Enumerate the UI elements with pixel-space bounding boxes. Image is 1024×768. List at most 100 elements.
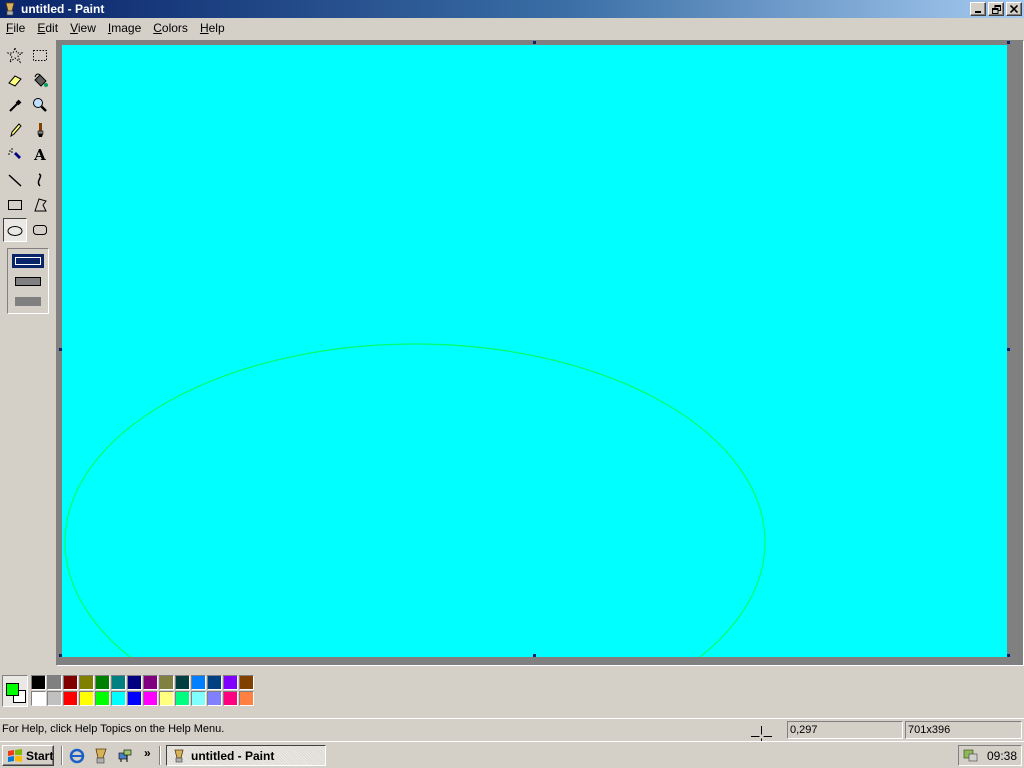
quicklaunch-ie[interactable]: [68, 747, 86, 765]
quicklaunch-paint[interactable]: [92, 747, 110, 765]
color-palette: [0, 672, 1024, 712]
menu-file[interactable]: File: [0, 19, 31, 37]
minimize-button[interactable]: [970, 2, 986, 16]
paint-app-icon: [174, 749, 184, 762]
palette-swatches: [31, 675, 255, 707]
palette-swatch[interactable]: [191, 691, 206, 706]
brush-icon: [37, 123, 44, 137]
drawn-ellipse: [64, 343, 766, 657]
palette-swatch[interactable]: [127, 675, 142, 690]
resize-handle-bottom-left[interactable]: [59, 654, 62, 657]
taskbar-separator: [61, 746, 63, 765]
airbrush-tool[interactable]: [3, 143, 27, 167]
palette-swatch[interactable]: [95, 675, 110, 690]
palette-swatch[interactable]: [239, 691, 254, 706]
taskbar-separator: [159, 746, 161, 765]
paint-bucket-icon: [34, 73, 48, 87]
rectangle-tool[interactable]: [3, 193, 27, 217]
palette-swatch[interactable]: [31, 691, 46, 706]
palette-swatch[interactable]: [63, 691, 78, 706]
fill-style-options: [7, 248, 49, 314]
palette-swatch[interactable]: [239, 675, 254, 690]
palette-swatch[interactable]: [111, 691, 126, 706]
restore-button[interactable]: [988, 2, 1004, 16]
menu-edit[interactable]: Edit: [31, 19, 64, 37]
curve-tool[interactable]: [28, 168, 52, 192]
status-selection-size: 701x396: [905, 721, 1022, 739]
current-colors: [2, 675, 28, 707]
text-icon: A: [34, 146, 46, 164]
fill-option-solid[interactable]: [12, 295, 44, 309]
palette-swatch[interactable]: [175, 691, 190, 706]
resize-handle-top[interactable]: [533, 41, 536, 44]
menu-colors[interactable]: Colors: [147, 19, 194, 37]
rectangle-icon: [8, 200, 22, 210]
palette-swatch[interactable]: [159, 675, 174, 690]
palette-swatch[interactable]: [79, 675, 94, 690]
text-tool[interactable]: A: [28, 143, 52, 167]
ellipse-tool[interactable]: [3, 218, 27, 242]
palette-swatch[interactable]: [47, 675, 62, 690]
palette-swatch[interactable]: [175, 675, 190, 690]
line-tool[interactable]: [3, 168, 27, 192]
magnifier-tool[interactable]: [28, 93, 52, 117]
palette-swatch[interactable]: [31, 675, 46, 690]
resize-handle-right[interactable]: [1007, 348, 1010, 351]
drawing-canvas[interactable]: [62, 45, 1007, 657]
palette-swatch[interactable]: [95, 691, 110, 706]
brush-tool[interactable]: [28, 118, 52, 142]
rounded-rectangle-tool[interactable]: [28, 218, 52, 242]
resize-handle-top-right[interactable]: [1007, 41, 1010, 44]
canvas-scroll-area: [56, 40, 1024, 666]
paint-app-icon[interactable]: [3, 2, 17, 16]
palette-swatch[interactable]: [143, 691, 158, 706]
resize-handle-bottom[interactable]: [533, 654, 536, 657]
fill-option-outline-fill[interactable]: [12, 275, 44, 289]
status-coordinates: 0,297: [787, 721, 903, 739]
close-button[interactable]: [1006, 2, 1022, 16]
menu-image[interactable]: Image: [102, 19, 147, 37]
quicklaunch-network[interactable]: [116, 747, 134, 765]
status-help-text: For Help, click Help Topics on the Help …: [2, 723, 225, 735]
ellipse-icon: [7, 226, 23, 236]
pencil-tool[interactable]: [3, 118, 27, 142]
palette-swatch[interactable]: [191, 675, 206, 690]
menu-help[interactable]: Help: [194, 19, 231, 37]
palette-swatch[interactable]: [207, 675, 222, 690]
resize-handle-left[interactable]: [59, 348, 62, 351]
palette-swatch[interactable]: [207, 691, 222, 706]
title-bar[interactable]: untitled - Paint: [0, 0, 1024, 18]
restore-icon: [991, 4, 1001, 14]
magnifier-icon: [33, 98, 47, 112]
palette-swatch[interactable]: [111, 675, 126, 690]
fill-tool[interactable]: [28, 68, 52, 92]
paint-brush-icon: [95, 748, 107, 764]
foreground-color-swatch: [6, 683, 19, 696]
palette-swatch[interactable]: [223, 691, 238, 706]
eraser-tool[interactable]: [3, 68, 27, 92]
fill-option-outline[interactable]: [12, 254, 44, 268]
palette-swatch[interactable]: [159, 691, 174, 706]
clock[interactable]: 09:38: [987, 749, 1017, 763]
palette-swatch[interactable]: [63, 675, 78, 690]
select-tool[interactable]: [28, 43, 52, 67]
free-form-select-tool[interactable]: [3, 43, 27, 67]
tray-network-icon[interactable]: [963, 746, 979, 765]
polygon-icon: [34, 198, 47, 212]
quicklaunch-chevron[interactable]: »: [144, 746, 151, 760]
polygon-tool[interactable]: [28, 193, 52, 217]
menu-view[interactable]: View: [64, 19, 102, 37]
start-button[interactable]: Start: [2, 745, 54, 766]
palette-swatch[interactable]: [223, 675, 238, 690]
pick-color-tool[interactable]: [3, 93, 27, 117]
toolbox: A: [0, 40, 56, 666]
taskbar-button-paint[interactable]: untitled - Paint: [166, 745, 326, 766]
palette-swatch[interactable]: [127, 691, 142, 706]
minimize-icon: [975, 10, 981, 13]
close-icon: [1010, 5, 1018, 13]
resize-handle-bottom-right[interactable]: [1007, 654, 1010, 657]
palette-swatch[interactable]: [47, 691, 62, 706]
palette-swatch[interactable]: [143, 675, 158, 690]
palette-swatch[interactable]: [79, 691, 94, 706]
menu-bar: File Edit View Image Colors Help: [0, 18, 1024, 38]
